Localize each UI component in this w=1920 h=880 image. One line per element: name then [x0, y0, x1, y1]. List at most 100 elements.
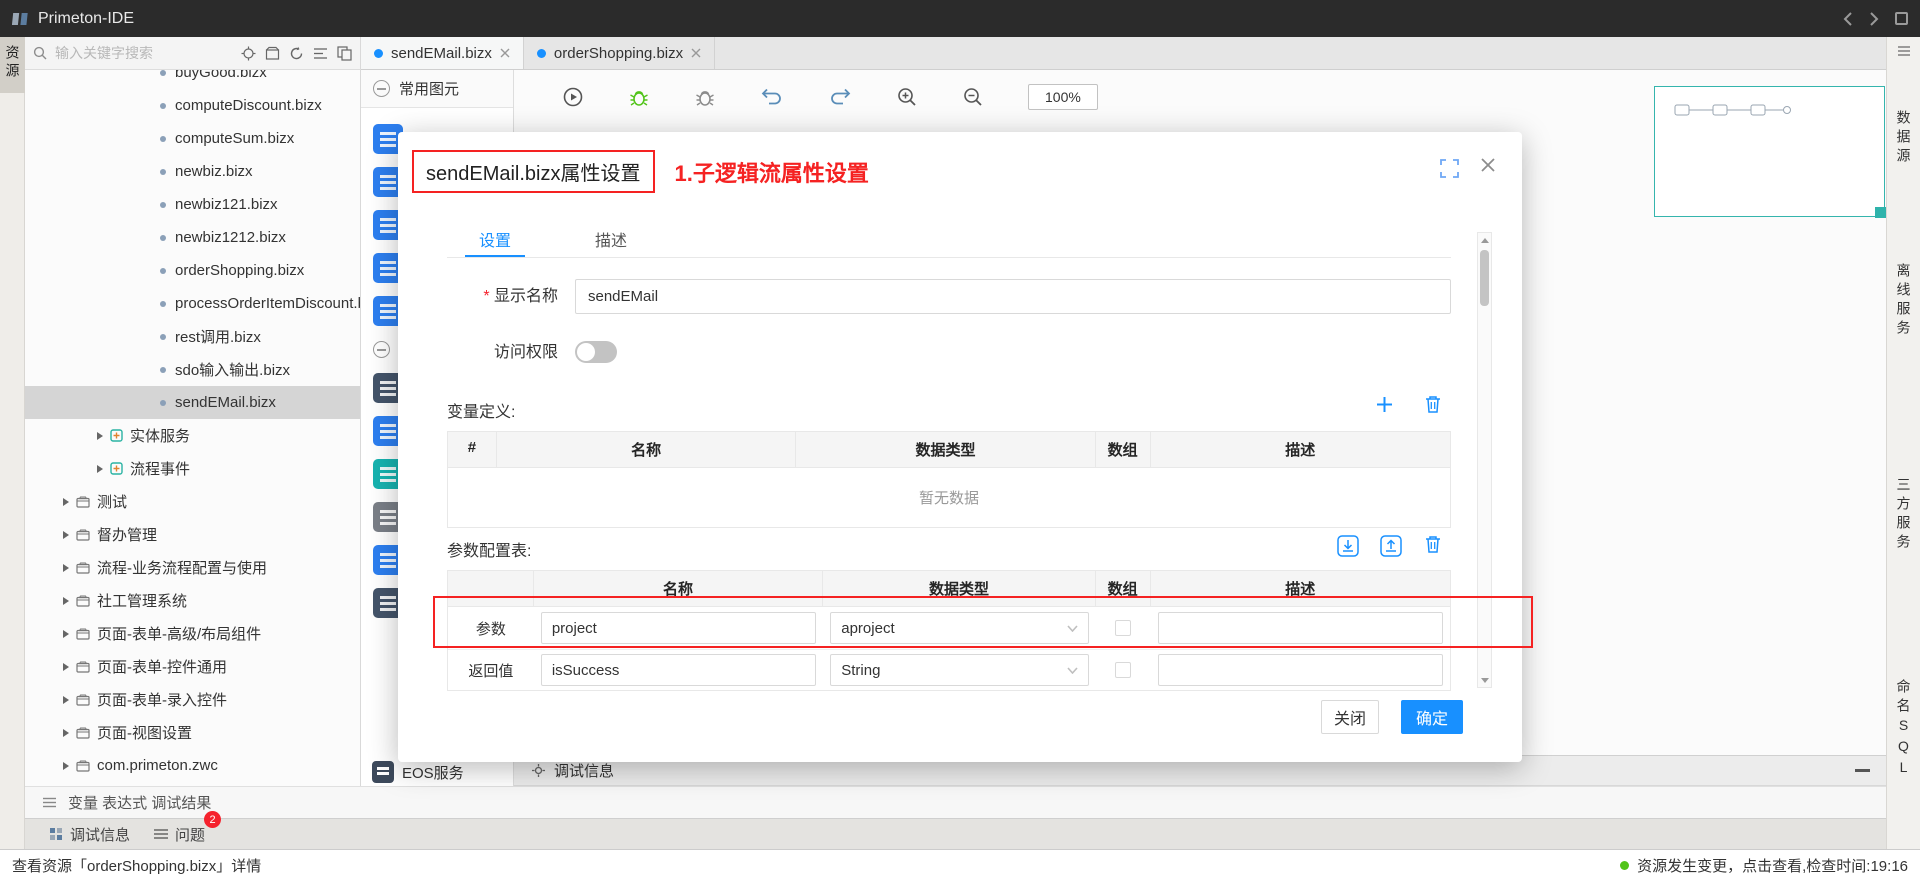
collapse-group-icon[interactable] [373, 341, 390, 358]
palette-group-header[interactable]: 常用图元 [361, 70, 513, 108]
close-tab-icon[interactable] [691, 48, 701, 58]
tree-file-item[interactable]: buyGood.bizx [25, 70, 360, 89]
export-params-icon[interactable] [1380, 535, 1402, 557]
tree-folder-item[interactable]: 督办管理 [25, 518, 360, 551]
zoom-level[interactable]: 100% [1028, 84, 1098, 110]
rail-tab-resources[interactable]: 资源 [0, 37, 25, 93]
scroll-down-icon[interactable] [1478, 673, 1491, 687]
param-desc-field[interactable] [1158, 612, 1443, 644]
tree-file-item[interactable]: orderShopping.bizx [25, 254, 360, 287]
locate-icon[interactable] [241, 46, 256, 61]
cancel-button[interactable]: 关闭 [1321, 700, 1379, 734]
tree-folder-item[interactable]: 页面-视图设置 [25, 716, 360, 749]
editor-tab-sendemail[interactable]: sendEMail.bizx [361, 37, 524, 69]
chevron-right-icon[interactable] [97, 432, 103, 440]
tree-folder-item[interactable]: 页面-表单-录入控件 [25, 683, 360, 716]
confirm-button[interactable]: 确定 [1401, 700, 1463, 734]
tree-file-item[interactable]: computeSum.bizx [25, 122, 360, 155]
import-params-icon[interactable] [1337, 535, 1359, 557]
minimap-resize-handle[interactable] [1875, 207, 1886, 218]
tree-group-item[interactable]: 流程事件 [25, 452, 360, 485]
status-left-text[interactable]: 查看资源「orderShopping.bizx」详情 [12, 855, 261, 876]
editor-tab-bar: sendEMail.bizx orderShopping.bizx [361, 37, 1886, 70]
status-right-group[interactable]: 资源发生变更，点击查看,检查时间:19:16 [1620, 855, 1908, 876]
debug-bug-green-icon[interactable] [628, 86, 650, 108]
compare-icon[interactable] [337, 46, 352, 61]
run-debug-button[interactable] [562, 86, 584, 108]
param-name-field[interactable] [541, 654, 816, 686]
tree-folder-item[interactable]: 页面-表单-高级/布局组件 [25, 617, 360, 650]
tree-folder-item[interactable]: 流程-业务流程配置与使用 [25, 551, 360, 584]
dialog-tab-description[interactable]: 描述 [581, 227, 641, 257]
scroll-up-icon[interactable] [1478, 233, 1491, 247]
chevron-right-icon[interactable] [63, 531, 69, 539]
file-dot-icon [160, 103, 166, 109]
tree-file-item[interactable]: sdo输入输出.bizx [25, 353, 360, 386]
minimize-icon[interactable] [1855, 769, 1870, 772]
tree-folder-item[interactable]: com.primeton.zwc [25, 749, 360, 782]
collapse-all-icon[interactable] [313, 46, 328, 61]
param-name-field[interactable] [541, 612, 816, 644]
minimap[interactable] [1654, 86, 1885, 217]
param-desc-field[interactable] [1158, 654, 1443, 686]
tree-folder-item[interactable]: 社工管理系统 [25, 584, 360, 617]
bottom-tab-problems[interactable]: 问题 2 [142, 819, 217, 849]
nav-forward-icon[interactable] [1869, 11, 1879, 27]
resource-tree: buyGood.bizx computeDiscount.bizx comput… [25, 70, 360, 782]
tree-file-item[interactable]: computeDiscount.bizx [25, 89, 360, 122]
chevron-right-icon[interactable] [63, 696, 69, 704]
close-tab-icon[interactable] [500, 48, 510, 58]
delete-param-icon[interactable] [1424, 534, 1442, 554]
tree-file-item[interactable]: rest调用.bizx [25, 320, 360, 353]
debug-bug-gray-icon[interactable] [694, 86, 716, 108]
delete-variable-icon[interactable] [1424, 394, 1442, 414]
tree-folder-item[interactable]: 测试 [25, 485, 360, 518]
palette-item-eos[interactable]: EOS服务 [372, 761, 464, 783]
chevron-right-icon[interactable] [63, 663, 69, 671]
editor-tab-ordershopping[interactable]: orderShopping.bizx [524, 37, 715, 69]
dialog-tab-settings[interactable]: 设置 [465, 227, 525, 257]
tree-file-item-selected[interactable]: sendEMail.bizx [25, 386, 360, 419]
tree-file-item[interactable]: newbiz1212.bizx [25, 221, 360, 254]
tree-file-item[interactable]: newbiz.bizx [25, 155, 360, 188]
param-array-checkbox[interactable] [1115, 662, 1131, 678]
search-input[interactable] [55, 45, 233, 61]
rail-tab-thirdparty[interactable]: 三方服务 [1894, 477, 1914, 553]
package-icon[interactable] [265, 46, 280, 61]
param-datatype-select[interactable]: aproject [830, 612, 1088, 644]
layout-toggle-icon[interactable] [1895, 12, 1908, 25]
rail-tab-datasource[interactable]: 数据源 [1894, 110, 1914, 167]
tree-file-item[interactable]: newbiz121.bizx [25, 188, 360, 221]
chevron-right-icon[interactable] [63, 630, 69, 638]
zoom-in-icon[interactable] [896, 86, 918, 108]
add-variable-icon[interactable] [1375, 395, 1394, 414]
tree-group-item[interactable]: 实体服务 [25, 419, 360, 452]
expand-dialog-icon[interactable] [1440, 159, 1459, 178]
chevron-right-icon[interactable] [63, 597, 69, 605]
rail-tab-namedsql[interactable]: 命名SQL [1894, 679, 1914, 780]
param-array-checkbox[interactable] [1115, 620, 1131, 636]
bottom-tab-debug[interactable]: 调试信息 [37, 819, 142, 849]
panel-collapse-icon[interactable] [1897, 45, 1911, 57]
collapse-group-icon[interactable] [373, 80, 390, 97]
zoom-out-icon[interactable] [962, 86, 984, 108]
tree-file-item[interactable]: processOrderItemDiscount.bizx [25, 287, 360, 320]
nav-back-icon[interactable] [1843, 11, 1853, 27]
chevron-right-icon[interactable] [63, 498, 69, 506]
display-name-field[interactable] [575, 279, 1451, 314]
chevron-right-icon[interactable] [63, 564, 69, 572]
refresh-icon[interactable] [289, 46, 304, 61]
close-dialog-icon[interactable] [1480, 157, 1496, 173]
dialog-scrollbar[interactable] [1477, 232, 1492, 688]
undo-icon[interactable] [760, 88, 784, 107]
chevron-right-icon[interactable] [63, 729, 69, 737]
tree-item-label: newbiz121.bizx [175, 196, 278, 213]
scrollbar-thumb[interactable] [1480, 250, 1489, 306]
access-permission-toggle[interactable] [575, 341, 617, 363]
chevron-right-icon[interactable] [63, 762, 69, 770]
chevron-right-icon[interactable] [97, 465, 103, 473]
redo-icon[interactable] [828, 88, 852, 107]
tree-folder-item[interactable]: 页面-表单-控件通用 [25, 650, 360, 683]
param-datatype-select[interactable]: String [830, 654, 1088, 686]
rail-tab-offline[interactable]: 离线服务 [1894, 263, 1914, 339]
